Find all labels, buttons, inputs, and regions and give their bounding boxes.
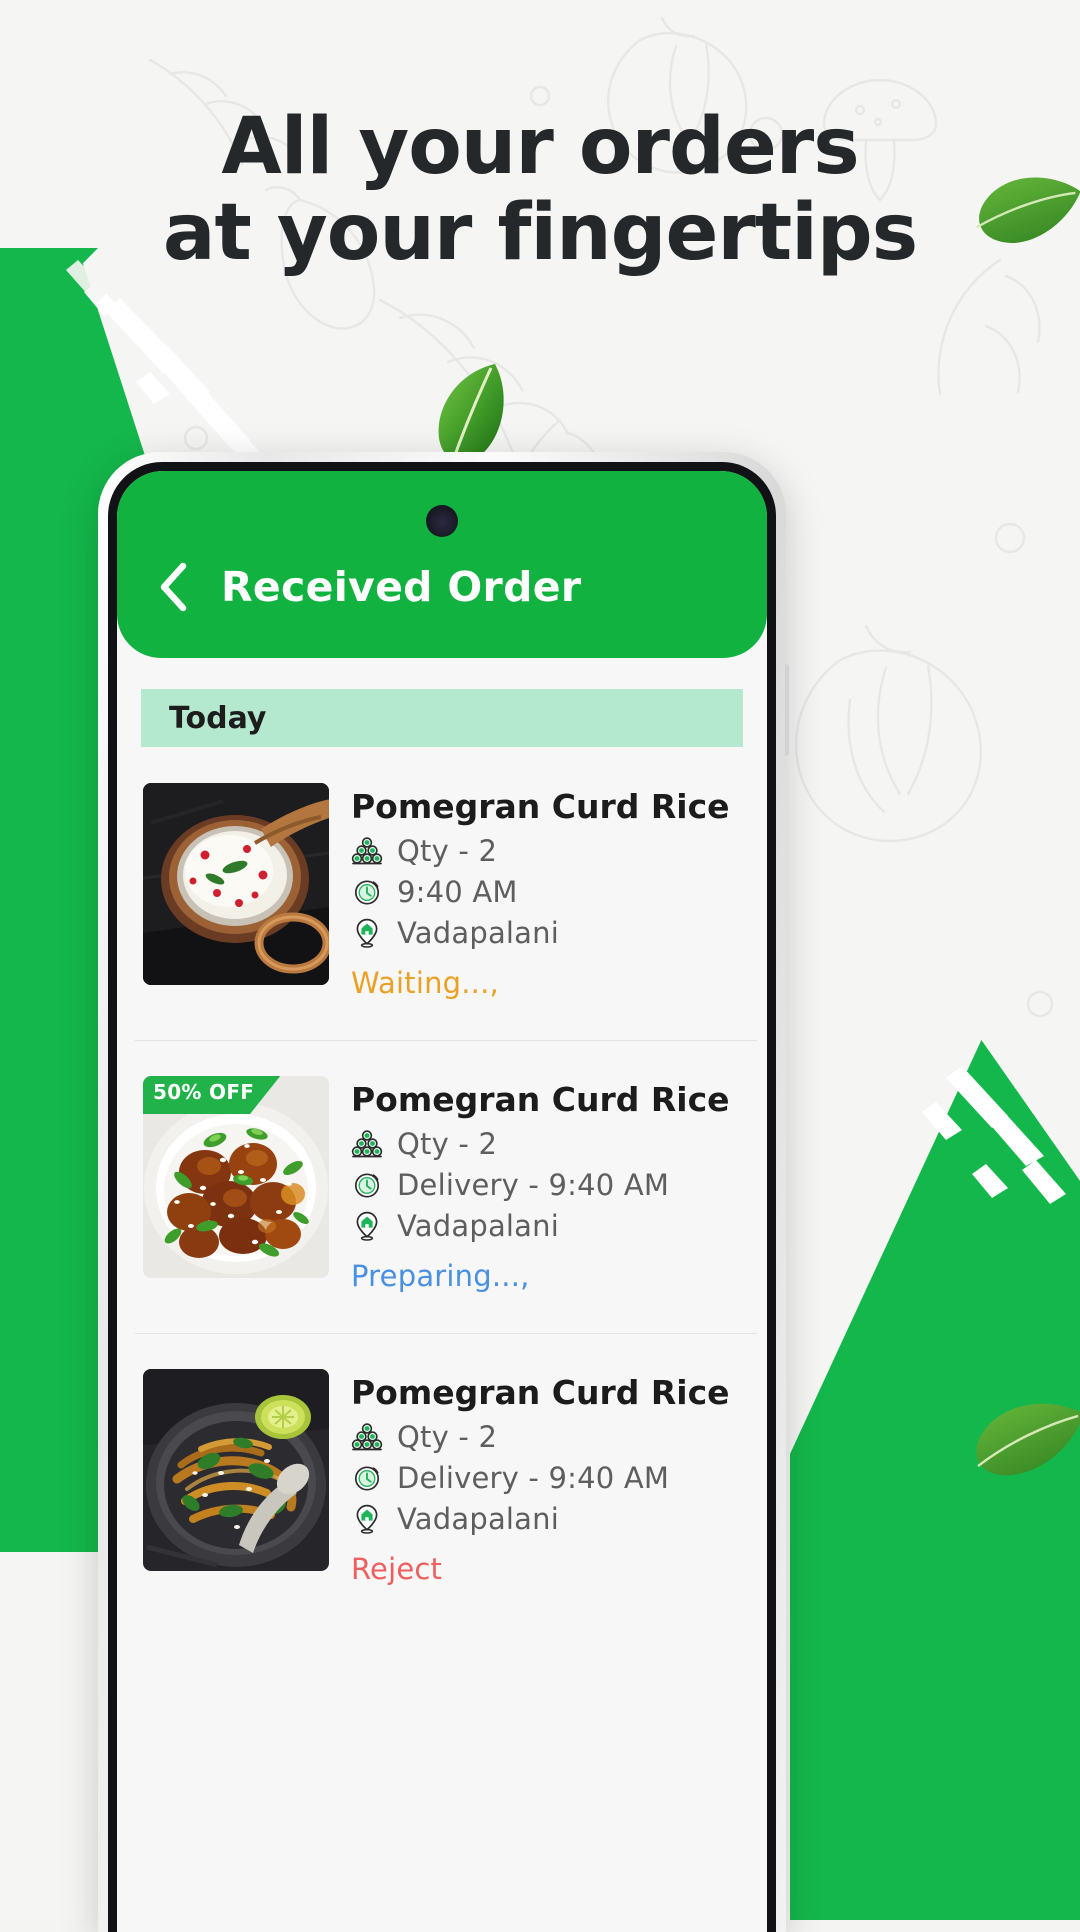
order-qty-row: Qty - 2 bbox=[351, 1127, 741, 1161]
order-title: Pomegran Curd Rice bbox=[351, 1080, 730, 1119]
page-headline: All your orders at your fingertips bbox=[0, 104, 1080, 276]
location-pin-home-icon bbox=[356, 1504, 378, 1534]
order-qty-row: Qty - 2 bbox=[351, 1420, 741, 1454]
front-camera-punchhole bbox=[426, 505, 458, 537]
order-time-text: Delivery - 9:40 AM bbox=[397, 1168, 670, 1202]
clock-icon bbox=[354, 1173, 380, 1198]
order-time-row: Delivery - 9:40 AM bbox=[351, 1168, 741, 1202]
page-title: Received Order bbox=[221, 563, 582, 611]
order-location-text: Vadapalani bbox=[397, 916, 559, 950]
order-time-row: 9:40 AM bbox=[351, 875, 741, 909]
clock-icon bbox=[354, 1466, 380, 1491]
order-location-row: Vadapalani bbox=[351, 1209, 741, 1243]
order-food-image-curd-rice-in-copper-bowl bbox=[143, 783, 329, 985]
order-title: Pomegran Curd Rice bbox=[351, 787, 730, 826]
order-card-1[interactable]: Pomegran Curd Rice Qty - 2 9:40 AM Vadap… bbox=[117, 747, 767, 1040]
headline-line-1: All your orders bbox=[221, 102, 859, 192]
order-thumbnail bbox=[143, 783, 329, 985]
order-info: Pomegran Curd Rice bbox=[351, 783, 741, 1000]
order-card-3[interactable]: Pomegran Curd Rice Qty - 2 Delivery - 9:… bbox=[117, 1333, 767, 1626]
order-qty-text: Qty - 2 bbox=[397, 1127, 498, 1161]
order-info: Pomegran Curd Rice bbox=[351, 1369, 741, 1586]
order-thumbnail: 50% OFF bbox=[143, 1076, 329, 1278]
section-banner-label: Today bbox=[169, 700, 267, 736]
order-info: Pomegran Curd Rice bbox=[351, 1076, 741, 1293]
location-pin-home-icon bbox=[356, 918, 378, 948]
order-time-text: Delivery - 9:40 AM bbox=[397, 1461, 670, 1495]
order-time-row: Delivery - 9:40 AM bbox=[351, 1461, 741, 1495]
order-qty-row: Qty - 2 bbox=[351, 834, 741, 868]
order-location-row: Vadapalani bbox=[351, 1502, 741, 1536]
order-thumbnail bbox=[143, 1369, 329, 1571]
order-qty-text: Qty - 2 bbox=[397, 1420, 498, 1454]
order-time-text: 9:40 AM bbox=[397, 875, 518, 909]
back-button[interactable] bbox=[151, 560, 195, 614]
header-row: Received Order bbox=[117, 560, 767, 614]
order-status-2[interactable]: Preparing..., bbox=[351, 1259, 741, 1293]
order-list: Pomegran Curd Rice Qty - 2 9:40 AM Vadap… bbox=[117, 747, 767, 1626]
clock-icon bbox=[354, 880, 380, 905]
stacked-balls-qty-icon bbox=[351, 1423, 383, 1451]
section-banner-today: Today bbox=[141, 689, 743, 747]
order-card-2[interactable]: 50% OFF Pomegran Curd Rice Qty - 2 Deliv… bbox=[117, 1040, 767, 1333]
order-status-3[interactable]: Reject bbox=[351, 1552, 741, 1586]
order-qty-text: Qty - 2 bbox=[397, 834, 498, 868]
order-location-text: Vadapalani bbox=[397, 1209, 559, 1243]
order-food-image-noodles-with-lime-in-pan bbox=[143, 1369, 329, 1571]
phone-mockup: Received Order Today Pomegran Curd Rice … bbox=[98, 452, 789, 1932]
brush-streaks-right bbox=[922, 1066, 1066, 1204]
phone-screen: Received Order Today Pomegran Curd Rice … bbox=[117, 471, 767, 1932]
location-pin-home-icon bbox=[356, 1211, 378, 1241]
order-title: Pomegran Curd Rice bbox=[351, 1373, 730, 1412]
stacked-balls-qty-icon bbox=[351, 1130, 383, 1158]
chevron-left-icon bbox=[160, 562, 187, 612]
order-location-row: Vadapalani bbox=[351, 916, 741, 950]
app-header: Received Order bbox=[117, 471, 767, 658]
headline-line-2: at your fingertips bbox=[162, 188, 918, 278]
order-status-1[interactable]: Waiting..., bbox=[351, 966, 741, 1000]
stacked-balls-qty-icon bbox=[351, 837, 383, 865]
order-location-text: Vadapalani bbox=[397, 1502, 559, 1536]
phone-side-button[interactable] bbox=[785, 664, 789, 756]
